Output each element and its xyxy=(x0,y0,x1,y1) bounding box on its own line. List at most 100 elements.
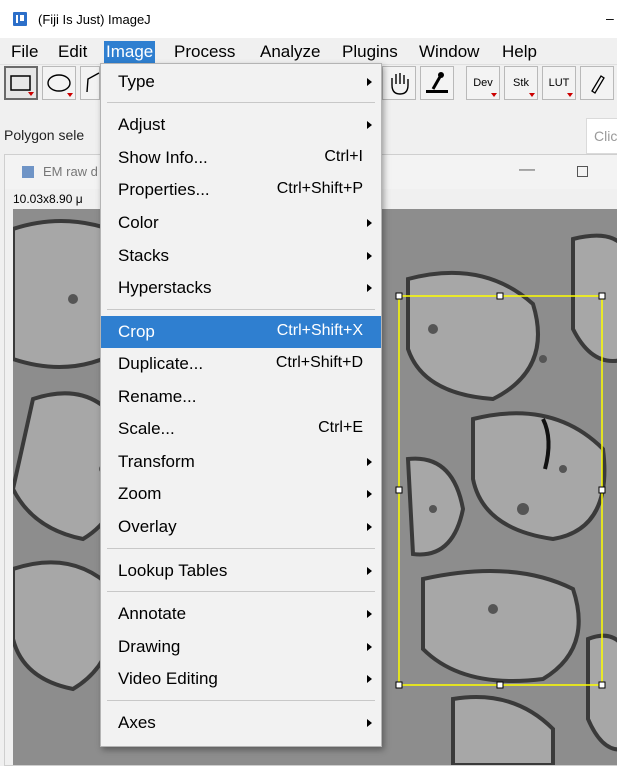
image-minimize-button[interactable]: — xyxy=(519,161,535,179)
menu-plugins[interactable]: Plugins xyxy=(340,41,400,63)
menu-item-label: Axes xyxy=(118,713,156,732)
menu-item-annotate[interactable]: Annotate xyxy=(101,598,381,630)
menu-separator xyxy=(107,102,375,103)
lut-label: LUT xyxy=(548,77,570,89)
oval-tool[interactable] xyxy=(42,66,76,100)
dev-label: Dev xyxy=(473,77,493,89)
menu-item-show-info[interactable]: Show Info... Ctrl+I xyxy=(101,142,381,174)
menu-item-shortcut: Ctrl+Shift+X xyxy=(276,322,363,339)
lut-tool[interactable]: LUT xyxy=(542,66,576,100)
menu-item-label: Drawing xyxy=(118,637,181,656)
menu-item-label: Video Editing xyxy=(118,669,218,688)
menu-item-shortcut: Ctrl+Shift+P xyxy=(276,180,363,197)
menu-help[interactable]: Help xyxy=(500,41,539,63)
tool-menu-arrow-icon xyxy=(529,93,535,97)
image-window-title: EM raw d xyxy=(43,164,98,179)
submenu-arrow-icon xyxy=(367,610,372,618)
menu-file[interactable]: File xyxy=(9,41,40,63)
menu-item-label: Hyperstacks xyxy=(118,278,212,297)
menu-item-adjust[interactable]: Adjust xyxy=(101,109,381,141)
search-placeholder: Clic xyxy=(594,128,617,144)
tool-menu-arrow-icon xyxy=(491,93,497,97)
tool-menu-arrow-icon xyxy=(28,92,34,96)
submenu-arrow-icon xyxy=(367,458,372,466)
menu-process[interactable]: Process xyxy=(172,41,237,63)
menu-item-label: Scale... xyxy=(118,419,175,438)
menu-item-label: Transform xyxy=(118,452,195,471)
menu-item-label: Duplicate... xyxy=(118,354,204,373)
eyedropper-icon xyxy=(426,72,448,93)
menu-item-label: Rename... xyxy=(118,387,197,406)
submenu-arrow-icon xyxy=(367,121,372,129)
menu-item-label: Stacks xyxy=(118,246,170,265)
menu-item-label: Adjust xyxy=(118,115,166,134)
menu-item-scale[interactable]: Scale... Ctrl+E xyxy=(101,413,381,445)
menu-bar: File Edit Image Process Analyze Plugins … xyxy=(0,38,617,65)
menu-analyze[interactable]: Analyze xyxy=(258,41,322,63)
hand-tool[interactable] xyxy=(382,66,416,100)
menu-item-label: Annotate xyxy=(118,604,187,623)
submenu-arrow-icon xyxy=(367,78,372,86)
submenu-arrow-icon xyxy=(367,490,372,498)
menu-item-duplicate[interactable]: Duplicate... Ctrl+Shift+D xyxy=(101,348,381,380)
menu-item-label: Crop xyxy=(118,322,155,341)
menu-item-shortcut: Ctrl+I xyxy=(324,148,363,165)
menu-separator xyxy=(107,548,375,549)
rectangle-tool[interactable] xyxy=(4,66,38,100)
menu-item-label: Overlay xyxy=(118,517,177,536)
menu-item-label: Color xyxy=(118,213,159,232)
dropper-tool[interactable] xyxy=(420,66,454,100)
dev-tool[interactable]: Dev xyxy=(466,66,500,100)
hand-icon xyxy=(391,73,409,95)
tool-menu-arrow-icon xyxy=(567,93,573,97)
window-title: (Fiji Is Just) ImageJ xyxy=(38,12,151,27)
minimize-button[interactable]: – xyxy=(606,10,614,26)
menu-item-shortcut: Ctrl+Shift+D xyxy=(275,354,363,371)
image-maximize-button[interactable] xyxy=(577,166,588,177)
pencil-tool[interactable] xyxy=(580,66,614,100)
menu-separator xyxy=(107,591,375,592)
image-menu-popup: Type Adjust Show Info... Ctrl+I Propertie… xyxy=(100,63,382,747)
menu-separator xyxy=(107,700,375,701)
menu-item-label: Show Info... xyxy=(118,148,208,167)
polygon-tool[interactable] xyxy=(80,66,100,100)
submenu-arrow-icon xyxy=(367,567,372,575)
image-window-icon xyxy=(22,166,34,178)
menu-item-axes[interactable]: Axes xyxy=(101,707,381,739)
menu-window[interactable]: Window xyxy=(417,41,481,63)
submenu-arrow-icon xyxy=(367,219,372,227)
menu-edit[interactable]: Edit xyxy=(56,41,89,63)
menu-item-label: Zoom xyxy=(118,484,162,503)
menu-separator xyxy=(107,309,375,310)
submenu-arrow-icon xyxy=(367,284,372,292)
menu-item-crop[interactable]: Crop Ctrl+Shift+X xyxy=(101,316,381,348)
status-text: Polygon sele xyxy=(4,127,85,143)
submenu-arrow-icon xyxy=(367,523,372,531)
pencil-icon xyxy=(591,75,605,94)
menu-item-properties[interactable]: Properties... Ctrl+Shift+P xyxy=(101,174,381,206)
menu-item-stacks[interactable]: Stacks xyxy=(101,240,381,272)
search-box[interactable]: Clic xyxy=(586,118,617,154)
menu-item-overlay[interactable]: Overlay xyxy=(101,511,381,543)
title-bar: (Fiji Is Just) ImageJ – xyxy=(0,0,617,38)
menu-item-color[interactable]: Color xyxy=(101,207,381,239)
stk-tool[interactable]: Stk xyxy=(504,66,538,100)
menu-item-label: Lookup Tables xyxy=(118,561,228,580)
menu-item-lookup-tables[interactable]: Lookup Tables xyxy=(101,555,381,587)
menu-item-type[interactable]: Type xyxy=(101,66,381,98)
polygon-icon xyxy=(86,72,100,93)
menu-item-zoom[interactable]: Zoom xyxy=(101,478,381,510)
submenu-arrow-icon xyxy=(367,252,372,260)
menu-item-label: Properties... xyxy=(118,180,210,199)
menu-item-hyperstacks[interactable]: Hyperstacks xyxy=(101,272,381,304)
submenu-arrow-icon xyxy=(367,719,372,727)
menu-item-shortcut: Ctrl+E xyxy=(318,419,363,436)
menu-image[interactable]: Image xyxy=(104,41,156,63)
menu-item-drawing[interactable]: Drawing xyxy=(101,631,381,663)
menu-item-rename[interactable]: Rename... xyxy=(101,381,381,413)
menu-item-video-editing[interactable]: Video Editing xyxy=(101,663,381,695)
menu-item-transform[interactable]: Transform xyxy=(101,446,381,478)
image-info: 10.03x8.90 μ xyxy=(13,192,83,206)
fiji-app-icon xyxy=(13,12,27,26)
tool-menu-arrow-icon xyxy=(67,93,73,97)
